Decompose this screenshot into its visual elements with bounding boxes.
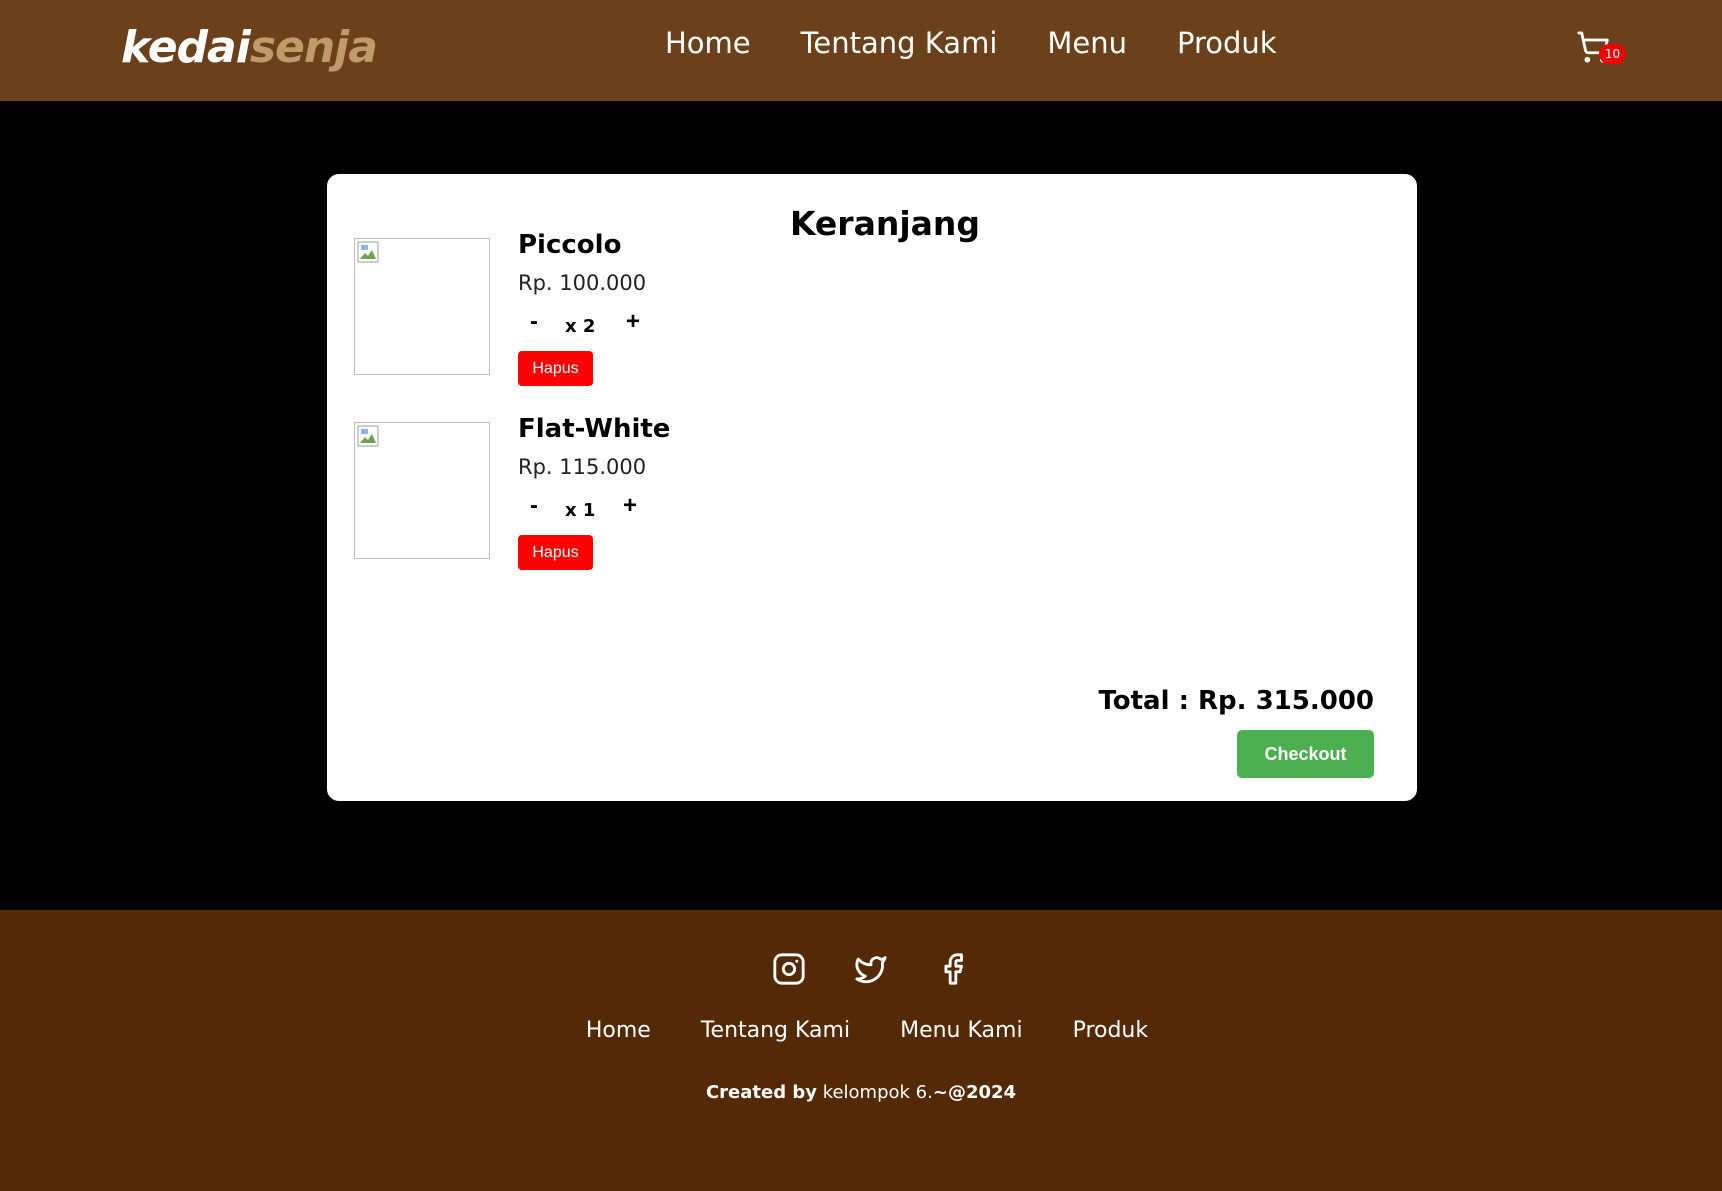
credit-author[interactable]: kelompok 6. — [817, 1082, 933, 1103]
cart-item-flat-white: Flat-White Rp. 115.000 - x 1 + Hapus — [354, 414, 974, 570]
logo-part-senja: senja — [249, 22, 378, 73]
increase-qty-button[interactable]: + — [623, 492, 637, 520]
cart-total: Total : Rp. 315.000 — [1098, 686, 1374, 716]
item-quantity: x 1 — [565, 500, 596, 521]
footer-link-home[interactable]: Home — [586, 1018, 651, 1043]
item-price: Rp. 100.000 — [518, 271, 647, 295]
increase-qty-button[interactable]: + — [626, 308, 640, 336]
product-image — [354, 238, 490, 375]
facebook-icon[interactable] — [936, 952, 970, 986]
decrease-qty-button[interactable]: - — [530, 308, 538, 336]
nav-home[interactable]: Home — [665, 26, 751, 60]
footer: Home Tentang Kami Menu Kami Produk Creat… — [0, 910, 1722, 1191]
footer-link-menu-kami[interactable]: Menu Kami — [900, 1018, 1022, 1043]
footer-link-tentang-kami[interactable]: Tentang Kami — [701, 1018, 850, 1043]
logo[interactable]: kedaisenja — [121, 22, 378, 73]
credit-prefix: Created by — [705, 1082, 817, 1103]
twitter-icon[interactable] — [854, 952, 888, 986]
cart-count-badge: 10 — [1599, 44, 1626, 64]
broken-image-icon — [357, 241, 379, 263]
checkout-button[interactable]: Checkout — [1237, 730, 1374, 778]
nav-produk[interactable]: Produk — [1177, 26, 1277, 60]
item-quantity: x 2 — [565, 316, 596, 337]
cart-button[interactable]: 10 — [1576, 30, 1626, 70]
item-name: Piccolo — [518, 230, 622, 260]
footer-nav: Home Tentang Kami Menu Kami Produk — [0, 1018, 1722, 1043]
nav-menu[interactable]: Menu — [1047, 26, 1127, 60]
cart-item-piccolo: Piccolo Rp. 100.000 - x 2 + Hapus — [354, 230, 974, 386]
logo-part-kedai: kedai — [121, 22, 251, 73]
credit-suffix: ~@2024 — [932, 1082, 1017, 1103]
item-price: Rp. 115.000 — [518, 455, 647, 479]
instagram-icon[interactable] — [772, 952, 806, 986]
social-links — [772, 952, 970, 986]
credit-text: Created by kelompok 6.~@2024 — [0, 1082, 1722, 1103]
cart-panel: Keranjang Piccolo Rp. 100.000 - x 2 + Ha… — [327, 174, 1417, 801]
main-nav: Home Tentang Kami Menu Produk — [665, 26, 1277, 60]
broken-image-icon — [357, 425, 379, 447]
decrease-qty-button[interactable]: - — [530, 492, 538, 520]
nav-tentang-kami[interactable]: Tentang Kami — [801, 26, 998, 60]
product-image — [354, 422, 490, 559]
remove-item-button[interactable]: Hapus — [518, 351, 593, 386]
footer-link-produk[interactable]: Produk — [1073, 1018, 1149, 1043]
navbar: kedaisenja Home Tentang Kami Menu Produk… — [0, 0, 1722, 101]
remove-item-button[interactable]: Hapus — [518, 535, 593, 570]
item-name: Flat-White — [518, 414, 671, 444]
